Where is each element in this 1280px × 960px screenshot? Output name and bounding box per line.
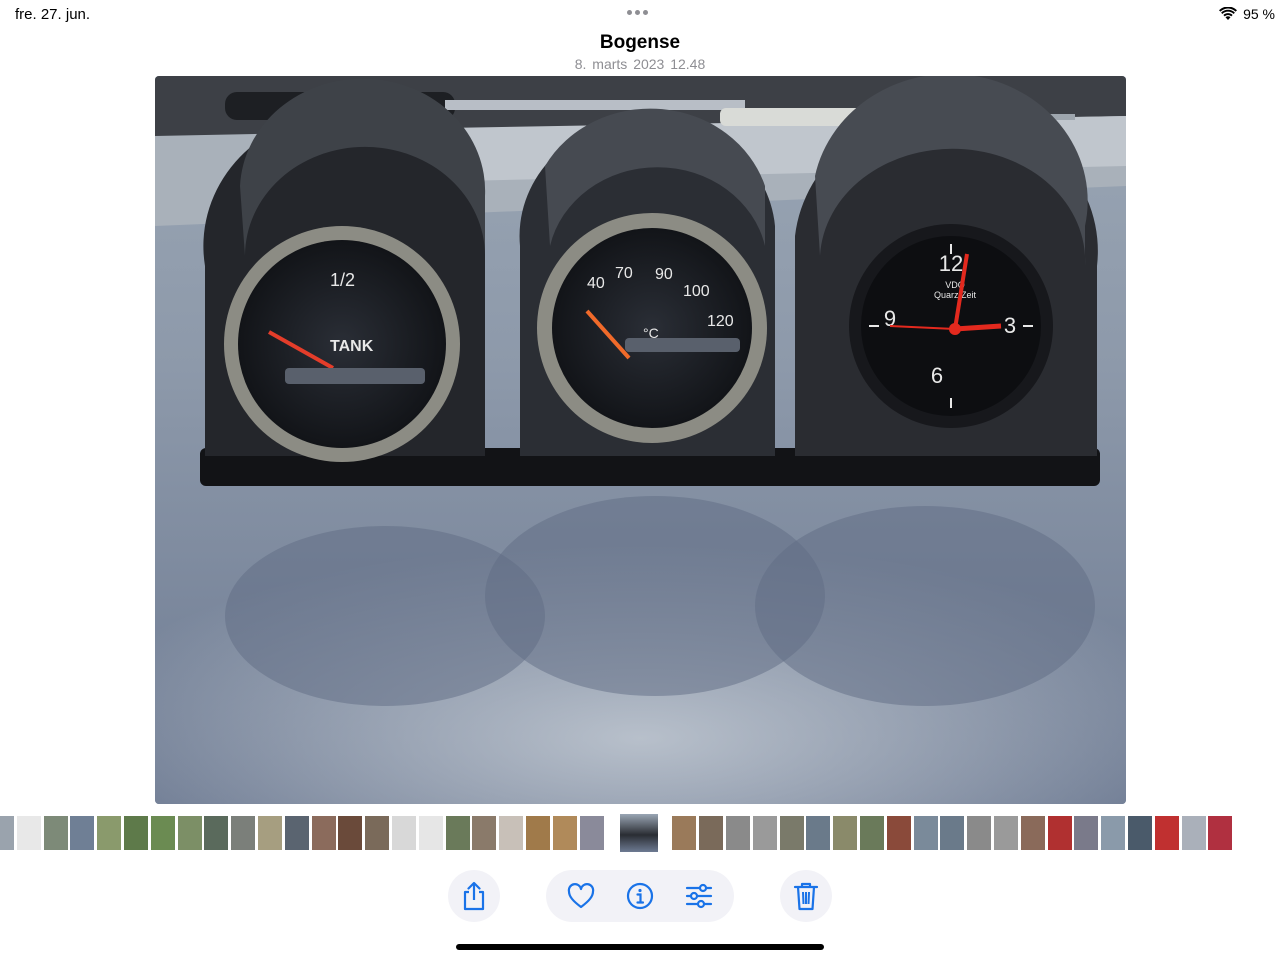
filmstrip-thumb[interactable] [1181, 816, 1206, 850]
clock-12: 12 [939, 251, 963, 276]
gauge-cluster-photo: 1/2 TANK 40 70 90 100 120 °C 12 3 6 9 VD… [155, 76, 1126, 804]
filmstrip-thumb[interactable] [806, 816, 831, 850]
photo-location-title[interactable]: Bogense [0, 32, 1280, 54]
filmstrip-thumb[interactable] [779, 816, 804, 850]
dot [627, 10, 632, 15]
heart-icon [567, 883, 595, 909]
filmstrip-thumb[interactable] [445, 816, 470, 850]
adjust-button[interactable] [685, 882, 713, 910]
filmstrip-thumb[interactable] [1154, 816, 1179, 850]
filmstrip-thumb[interactable] [0, 816, 14, 850]
temp-120: 120 [707, 313, 734, 330]
dot [643, 10, 648, 15]
filmstrip-thumb[interactable] [752, 816, 777, 850]
filmstrip-thumb[interactable] [392, 816, 416, 850]
status-date: fre. 27. jun. [15, 6, 91, 23]
delete-button[interactable] [780, 870, 832, 922]
filmstrip-thumb[interactable] [418, 816, 443, 850]
info-button[interactable] [626, 882, 654, 910]
share-icon [463, 881, 485, 911]
share-button[interactable] [448, 870, 500, 922]
info-icon [626, 882, 654, 910]
photo-date: 8. marts 2023 12.48 [574, 56, 706, 72]
temp-90: 90 [655, 266, 673, 283]
filmstrip-thumb[interactable] [258, 816, 282, 850]
filmstrip-thumb[interactable] [1074, 816, 1099, 850]
filmstrip-thumb[interactable] [43, 816, 68, 850]
filmstrip-thumb[interactable] [526, 816, 550, 850]
filmstrip-thumb[interactable] [579, 816, 604, 850]
temp-40: 40 [587, 275, 605, 292]
filmstrip-thumb[interactable] [204, 816, 229, 850]
wifi-icon [1219, 7, 1238, 20]
bottom-toolbar [0, 870, 1280, 922]
filmstrip-thumb[interactable] [967, 816, 992, 850]
filmstrip-thumb-current[interactable] [620, 814, 659, 852]
clock-9: 9 [884, 306, 896, 331]
filmstrip-thumb[interactable] [177, 816, 202, 850]
temp-70: 70 [615, 265, 633, 282]
clock-3: 3 [1004, 313, 1016, 338]
filmstrip-thumb[interactable] [311, 816, 336, 850]
dot [635, 10, 640, 15]
filmstrip-thumb[interactable] [1047, 816, 1072, 850]
filmstrip-thumb[interactable] [472, 816, 497, 850]
filmstrip-thumb[interactable] [1208, 816, 1233, 850]
filmstrip-thumb[interactable] [886, 816, 911, 850]
favorite-button[interactable] [567, 882, 595, 910]
photo-header: Bogense 8. marts 2023 12.48 [0, 32, 1280, 73]
filmstrip-thumb[interactable] [1020, 816, 1045, 850]
filmstrip-thumb[interactable] [365, 816, 390, 850]
battery-percentage: 95 % [1243, 6, 1275, 22]
clock-6: 6 [931, 363, 943, 388]
status-right: 95 % [1219, 6, 1275, 22]
clock-sub: Quarz Zeit [934, 290, 977, 300]
adjust-icon [685, 883, 713, 909]
photo-filmstrip[interactable] [0, 814, 1280, 852]
filmstrip-thumb[interactable] [284, 816, 309, 850]
filmstrip-thumb[interactable] [499, 816, 524, 850]
filmstrip-thumb[interactable] [940, 816, 965, 850]
filmstrip-thumb[interactable] [1101, 816, 1126, 850]
filmstrip-thumb[interactable] [672, 816, 697, 850]
filmstrip-thumb[interactable] [699, 816, 724, 850]
filmstrip-thumb[interactable] [150, 816, 175, 850]
filmstrip-thumb[interactable] [860, 816, 884, 850]
tank-label: TANK [330, 338, 374, 355]
filmstrip-thumb[interactable] [231, 816, 256, 850]
multitasking-dots[interactable] [627, 10, 648, 15]
filmstrip-thumb[interactable] [552, 816, 577, 850]
filmstrip-thumb[interactable] [994, 816, 1018, 850]
filmstrip-thumb[interactable] [124, 816, 148, 850]
filmstrip-thumb[interactable] [70, 816, 95, 850]
filmstrip-thumb[interactable] [913, 816, 938, 850]
action-group [546, 870, 734, 922]
home-indicator[interactable] [456, 944, 824, 950]
tank-half-label: 1/2 [330, 270, 355, 290]
filmstrip-thumb[interactable] [726, 816, 750, 850]
status-bar: fre. 27. jun. 95 % [0, 0, 1280, 28]
filmstrip-thumb[interactable] [97, 816, 122, 850]
temp-100: 100 [683, 283, 710, 300]
filmstrip-thumb[interactable] [1128, 816, 1152, 850]
filmstrip-thumb[interactable] [833, 816, 858, 850]
trash-icon [793, 882, 819, 911]
filmstrip-thumb[interactable] [338, 816, 363, 850]
filmstrip-thumb[interactable] [16, 816, 41, 850]
main-photo[interactable]: 1/2 TANK 40 70 90 100 120 °C 12 3 6 9 VD… [155, 76, 1126, 804]
